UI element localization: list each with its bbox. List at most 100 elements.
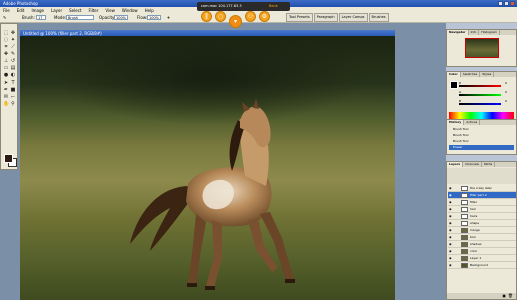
- history-item[interactable]: Brush Tool: [449, 133, 514, 138]
- minimize-button[interactable]: [498, 1, 503, 6]
- eye-icon[interactable]: ◉: [449, 187, 452, 190]
- healing-brush-tool-icon[interactable]: ✚: [3, 51, 9, 57]
- menu-image[interactable]: Image: [31, 8, 44, 13]
- history-item-selected[interactable]: Eraser: [449, 145, 514, 150]
- color-r-slider[interactable]: [459, 85, 501, 87]
- layer-row[interactable]: ◉ merge: [448, 227, 516, 234]
- layer-row[interactable]: ◉ filter: [448, 199, 516, 206]
- layer-row[interactable]: ◉ hair: [448, 206, 516, 213]
- path-selection-tool-icon[interactable]: ➤: [3, 80, 9, 86]
- tab-paths[interactable]: Paths: [482, 162, 496, 167]
- eraser-tool-icon[interactable]: ▭: [3, 65, 9, 71]
- tab-styles[interactable]: Styles: [480, 72, 495, 77]
- tab-actions[interactable]: Actions: [464, 120, 481, 125]
- mode-select[interactable]: Brush: [66, 15, 94, 20]
- menu-filter[interactable]: Filter: [88, 8, 98, 13]
- tab-histogram[interactable]: Histogram: [479, 30, 500, 35]
- menu-view[interactable]: View: [105, 8, 115, 13]
- airbrush-icon[interactable]: ✈: [167, 15, 170, 20]
- tab-layers[interactable]: Layers: [447, 162, 464, 167]
- eye-icon[interactable]: ◉: [449, 243, 452, 246]
- tab-color[interactable]: Color: [447, 72, 461, 77]
- dropdown-icon[interactable]: ▾: [229, 15, 242, 28]
- tab-paragraph[interactable]: Paragraph: [313, 13, 338, 22]
- color-r-value[interactable]: 0: [505, 81, 507, 85]
- eye-icon[interactable]: ◉: [449, 194, 452, 197]
- gradient-tool-icon[interactable]: ▤: [10, 65, 16, 71]
- record-icon[interactable]: ○: [215, 11, 226, 22]
- hand-tool-icon[interactable]: ✋: [3, 101, 9, 107]
- trash-icon[interactable]: 🗑: [508, 293, 513, 298]
- brush-tool-icon[interactable]: ✎: [3, 15, 6, 20]
- color-b-value[interactable]: 0: [505, 99, 507, 103]
- crop-tool-icon[interactable]: ⌗: [3, 44, 9, 50]
- eye-icon[interactable]: ◉: [449, 250, 452, 253]
- color-b-slider[interactable]: [459, 103, 501, 105]
- layer-row[interactable]: ◉ the crazy later: [448, 185, 516, 192]
- brush-size-picker[interactable]: 17: [36, 15, 46, 20]
- tab-layer-comps[interactable]: Layer Comps: [338, 13, 368, 22]
- tab-info[interactable]: Info: [469, 30, 480, 35]
- layer-row[interactable]: ◉ blur: [448, 234, 516, 241]
- tab-swatches[interactable]: Swatches: [461, 72, 481, 77]
- eye-icon[interactable]: ◉: [449, 257, 452, 260]
- eye-icon[interactable]: ◉: [449, 201, 452, 204]
- type-tool-icon[interactable]: T: [10, 80, 16, 86]
- brush-tool-icon[interactable]: ✎: [10, 51, 16, 57]
- layer-row[interactable]: ◉ color: [448, 248, 516, 255]
- color-fg-swatch[interactable]: [450, 81, 458, 89]
- dodge-tool-icon[interactable]: ◐: [10, 72, 16, 78]
- menu-edit[interactable]: Edit: [17, 8, 25, 13]
- eye-icon[interactable]: ◉: [449, 264, 452, 267]
- layer-row[interactable]: ◉ Background: [448, 262, 516, 269]
- shape-tool-icon[interactable]: ■: [10, 87, 16, 93]
- pause-icon[interactable]: ‖: [201, 11, 212, 22]
- foreground-color-swatch[interactable]: [4, 154, 13, 163]
- tab-brushes[interactable]: Brushes: [368, 13, 389, 22]
- eye-icon[interactable]: ◉: [449, 222, 452, 225]
- notes-tool-icon[interactable]: ✉: [3, 94, 9, 100]
- menu-window[interactable]: Window: [122, 8, 138, 13]
- lasso-tool-icon[interactable]: ◌: [3, 37, 9, 43]
- tab-channels[interactable]: Channels: [463, 162, 482, 167]
- eye-icon[interactable]: ◉: [449, 215, 452, 218]
- pen-tool-icon[interactable]: ✒: [3, 87, 9, 93]
- move-tool-icon[interactable]: ✥: [10, 30, 16, 36]
- tab-history[interactable]: History: [447, 120, 465, 125]
- menu-file[interactable]: File: [3, 8, 10, 13]
- new-layer-icon[interactable]: ▣: [502, 293, 506, 298]
- flow-field[interactable]: 100%: [147, 15, 161, 20]
- tab-navigator[interactable]: Navigator: [447, 30, 469, 35]
- layer-row[interactable]: ◉ Layer 1: [448, 255, 516, 262]
- blur-tool-icon[interactable]: ●: [3, 72, 9, 78]
- menu-help[interactable]: Help: [145, 8, 154, 13]
- navigator-thumbnail[interactable]: [465, 38, 499, 58]
- layer-row[interactable]: ◉ shadow: [448, 241, 516, 248]
- user-icon[interactable]: ⚇: [245, 11, 256, 22]
- menu-select[interactable]: Select: [69, 8, 81, 13]
- clone-stamp-tool-icon[interactable]: ⊥: [3, 58, 9, 64]
- zoom-tool-icon[interactable]: ⚲: [10, 101, 16, 107]
- layer-row-selected[interactable]: ◉ filler part 2: [448, 192, 516, 199]
- history-brush-tool-icon[interactable]: ↺: [10, 58, 16, 64]
- close-button[interactable]: [510, 1, 515, 6]
- history-item[interactable]: Brush Tool: [449, 127, 514, 132]
- settings-icon[interactable]: ⚙: [259, 11, 270, 22]
- history-item[interactable]: Brush Tool: [449, 139, 514, 144]
- document-canvas[interactable]: [20, 36, 395, 300]
- layer-row[interactable]: ◉ shape: [448, 220, 516, 227]
- eye-icon[interactable]: ◉: [449, 208, 452, 211]
- eye-icon[interactable]: ◉: [449, 236, 452, 239]
- magic-wand-tool-icon[interactable]: ✦: [10, 37, 16, 43]
- color-g-value[interactable]: 0: [505, 90, 507, 94]
- color-g-slider[interactable]: [459, 94, 501, 96]
- opacity-field[interactable]: 100%: [114, 15, 128, 20]
- maximize-button[interactable]: [504, 1, 509, 6]
- slice-tool-icon[interactable]: ⟋: [10, 44, 16, 50]
- eyedropper-tool-icon[interactable]: ⌐: [10, 94, 16, 100]
- layer-row[interactable]: ◉ hairs: [448, 213, 516, 220]
- marquee-tool-icon[interactable]: ⬚: [3, 30, 9, 36]
- tab-tool-presets[interactable]: Tool Presets: [286, 13, 313, 22]
- menu-layer[interactable]: Layer: [51, 8, 62, 13]
- eye-icon[interactable]: ◉: [449, 229, 452, 232]
